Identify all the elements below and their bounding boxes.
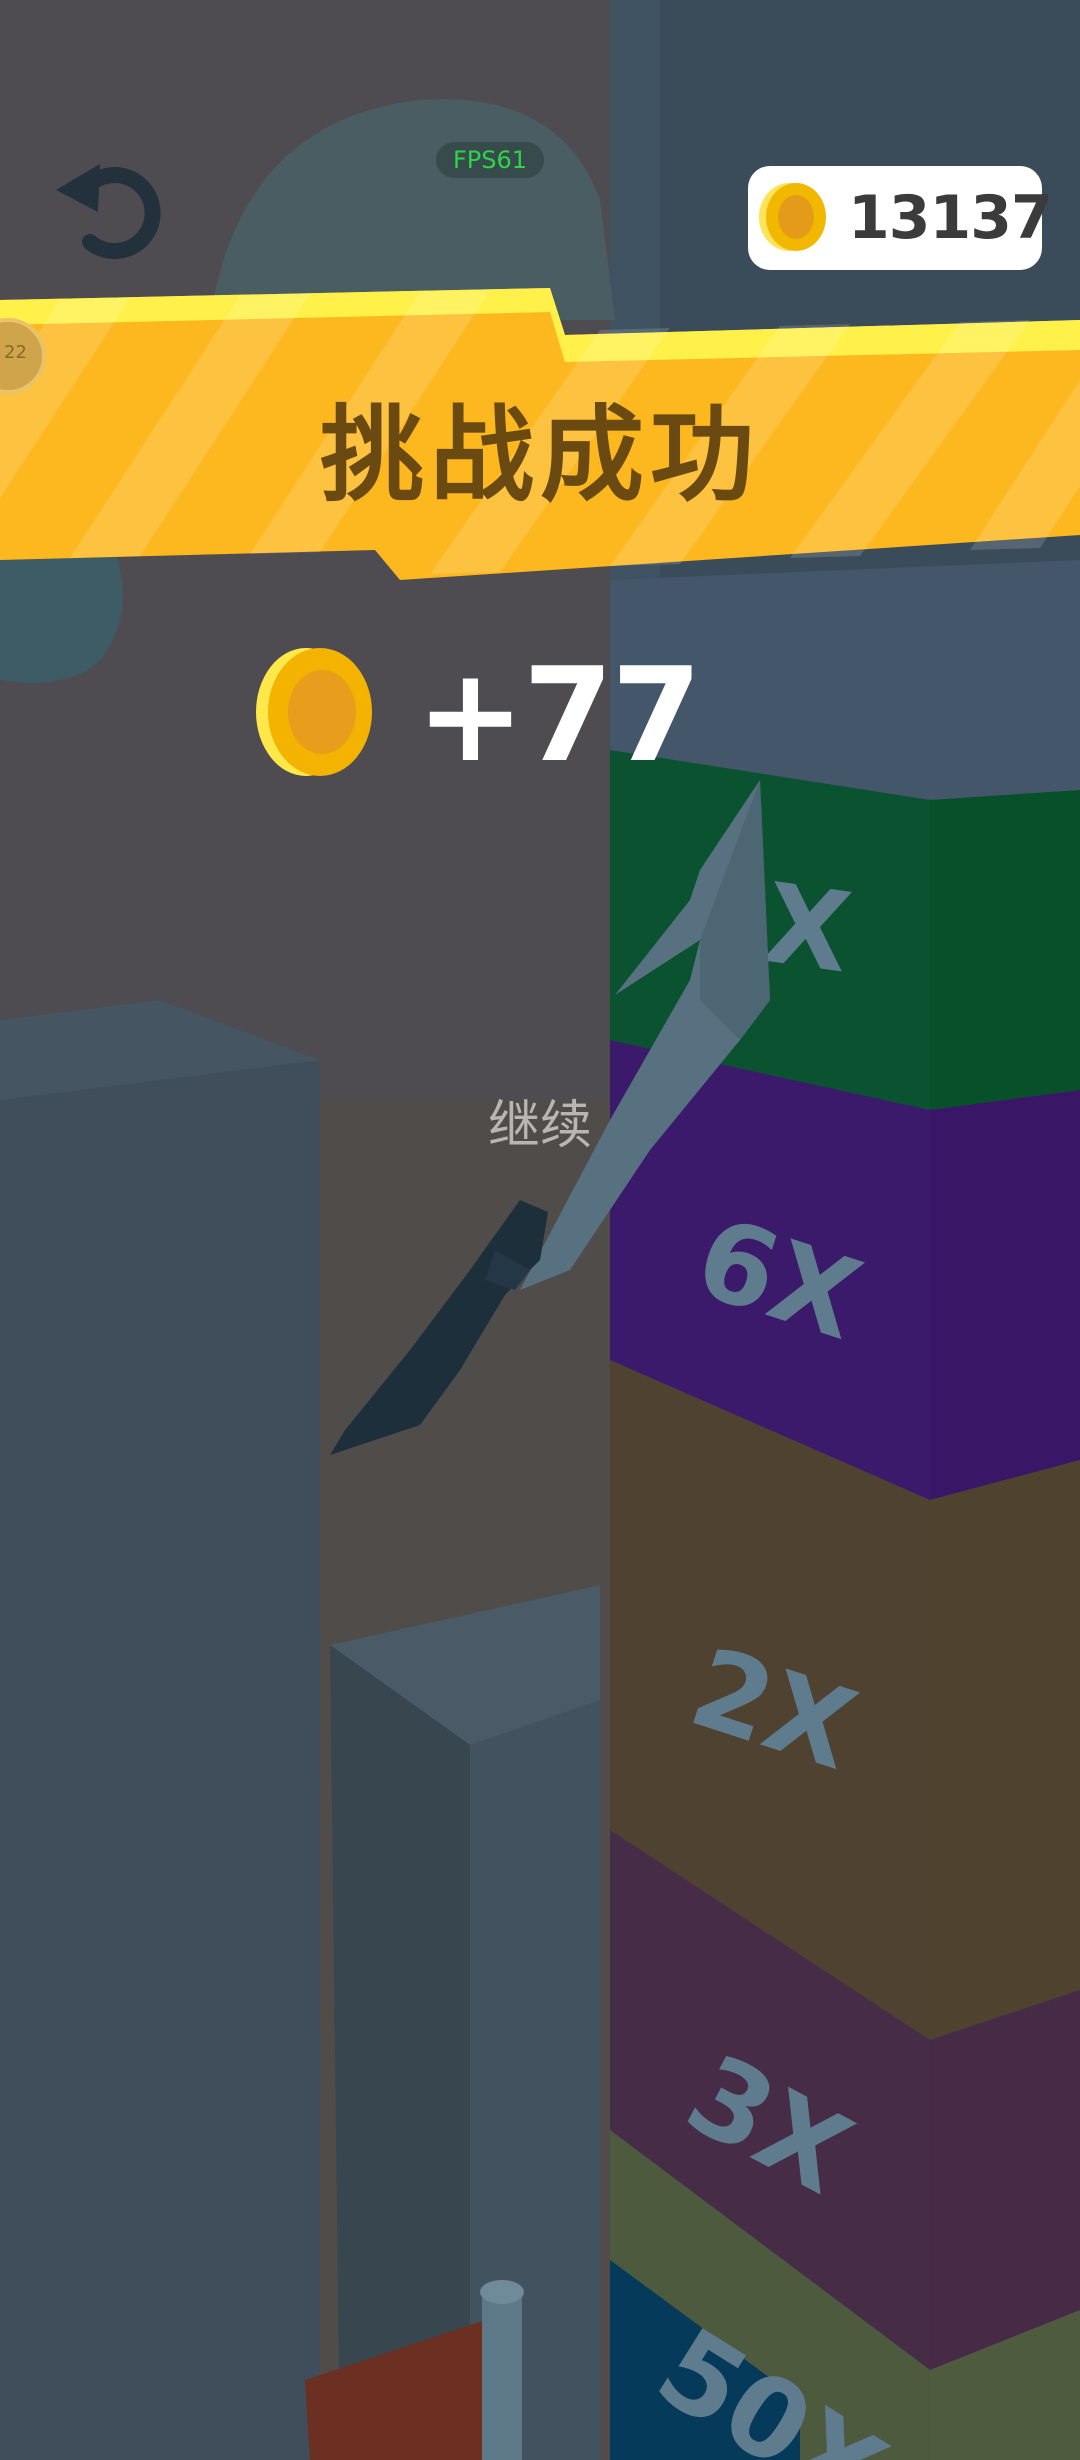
restart-button[interactable] (50, 150, 170, 270)
coin-total: 13137 (848, 183, 1053, 253)
coin-icon (256, 648, 372, 776)
continue-button[interactable]: 继续 (470, 1086, 610, 1166)
reward-amount: +77 (416, 639, 702, 791)
post (482, 2290, 522, 2460)
restart-icon (56, 164, 161, 260)
coin-icon (759, 183, 826, 251)
game-scene: X 6X 2X 3X 50X (0, 0, 1080, 2460)
banner-title: 挑战成功 (319, 394, 760, 516)
multiplier-label: X (756, 859, 858, 998)
fps-counter: FPS61 (436, 142, 544, 178)
coin-balance: 13137 (748, 166, 1053, 270)
reward: +77 (248, 640, 702, 790)
